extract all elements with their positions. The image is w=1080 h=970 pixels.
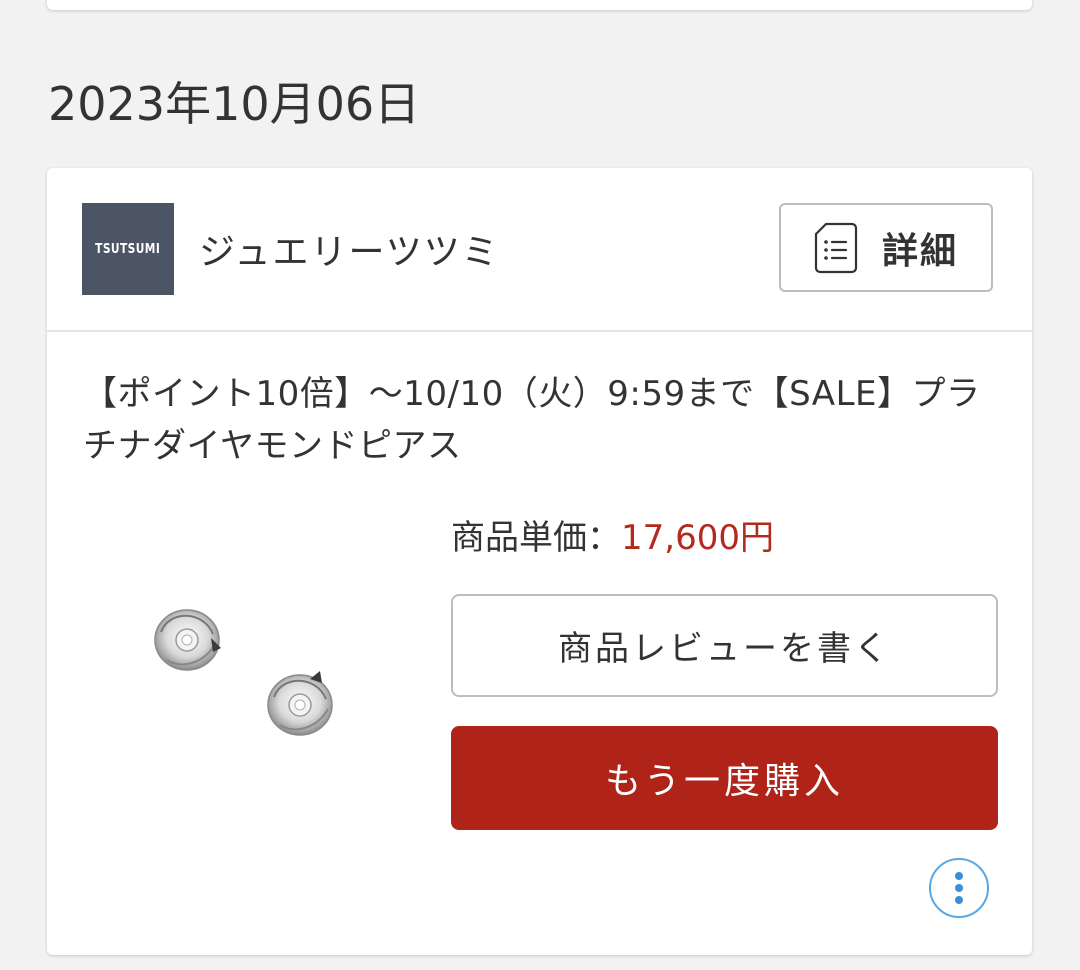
more-vertical-icon[interactable]: [929, 858, 989, 918]
unit-price: 商品単価：17,600円: [451, 510, 774, 559]
document-list-icon: [814, 222, 858, 273]
product-title[interactable]: 【ポイント10倍】～10/10（火）9:59まで【SALE】プラチナダイヤモンド…: [83, 368, 998, 472]
shop-logo[interactable]: TSUTSUMI: [82, 203, 174, 295]
shop-name[interactable]: ジュエリーツツミ: [199, 223, 500, 275]
more-dot: [955, 884, 963, 892]
earring-left: [154, 609, 221, 671]
order-card: TSUTSUMI ジュエリーツツミ 詳細 【ポイント10倍】～10/10（火）9…: [47, 168, 1032, 955]
detail-button[interactable]: 詳細: [779, 203, 993, 292]
previous-order-card: [47, 0, 1032, 10]
order-date-heading: 2023年10月06日: [48, 77, 421, 131]
more-dot: [955, 896, 963, 904]
unit-price-label: 商品単価：: [451, 518, 621, 558]
order-card-header: TSUTSUMI ジュエリーツツミ 詳細: [47, 168, 1032, 332]
detail-button-label: 詳細: [881, 230, 958, 272]
product-image[interactable]: [132, 583, 392, 773]
unit-price-value: 17,600円: [621, 518, 774, 558]
write-review-button[interactable]: 商品レビューを書く: [451, 594, 998, 697]
shop-logo-text: TSUTSUMI: [95, 241, 161, 257]
buy-again-button[interactable]: もう一度購入: [451, 726, 998, 830]
more-dot: [955, 872, 963, 880]
earring-right: [267, 671, 333, 736]
